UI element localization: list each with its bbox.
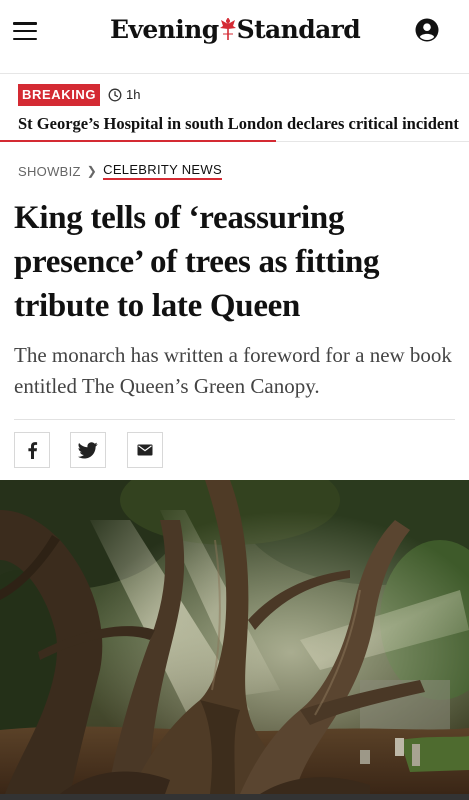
breaking-headline-link[interactable]: St George’s Hospital in south London dec… — [18, 114, 459, 134]
site-header: Evening Standard — [0, 0, 469, 74]
breaking-badge: BREAKING — [18, 84, 101, 106]
account-circle-icon[interactable] — [415, 18, 439, 42]
hero-image[interactable] — [0, 480, 469, 794]
logo-angel-mark-icon — [219, 16, 236, 42]
breadcrumb: SHOWBIZ ❯ CELEBRITY NEWS — [18, 162, 222, 180]
share-email-button[interactable] — [127, 432, 163, 468]
logo-text-evening: Evening — [110, 14, 219, 44]
breaking-progress-bar — [0, 140, 276, 142]
hamburger-menu-icon[interactable] — [13, 22, 37, 40]
email-icon — [137, 444, 153, 456]
article-headline: King tells of ‘reassuring presence’ of t… — [14, 200, 380, 324]
breaking-timestamp: 1h — [126, 87, 141, 102]
facebook-icon — [28, 442, 38, 459]
breadcrumb-showbiz-link[interactable]: SHOWBIZ — [18, 164, 81, 179]
share-facebook-button[interactable] — [14, 432, 50, 468]
section-divider — [14, 419, 455, 420]
hero-trees-illustration — [0, 480, 469, 794]
chevron-right-icon: ❯ — [86, 164, 98, 178]
article-standfirst: The monarch has written a foreword for a… — [14, 343, 452, 398]
bottom-bar — [0, 794, 469, 800]
share-twitter-button[interactable] — [70, 432, 106, 468]
clock-icon — [108, 88, 122, 102]
site-logo[interactable]: Evening Standard — [110, 12, 361, 46]
logo-text-standard: Standard — [236, 14, 361, 44]
breadcrumb-celebrity-news-link[interactable]: CELEBRITY NEWS — [103, 162, 222, 180]
twitter-icon — [78, 441, 98, 458]
breaking-news-strip[interactable]: BREAKING 1h St George’s Hospital in sout… — [0, 74, 469, 142]
